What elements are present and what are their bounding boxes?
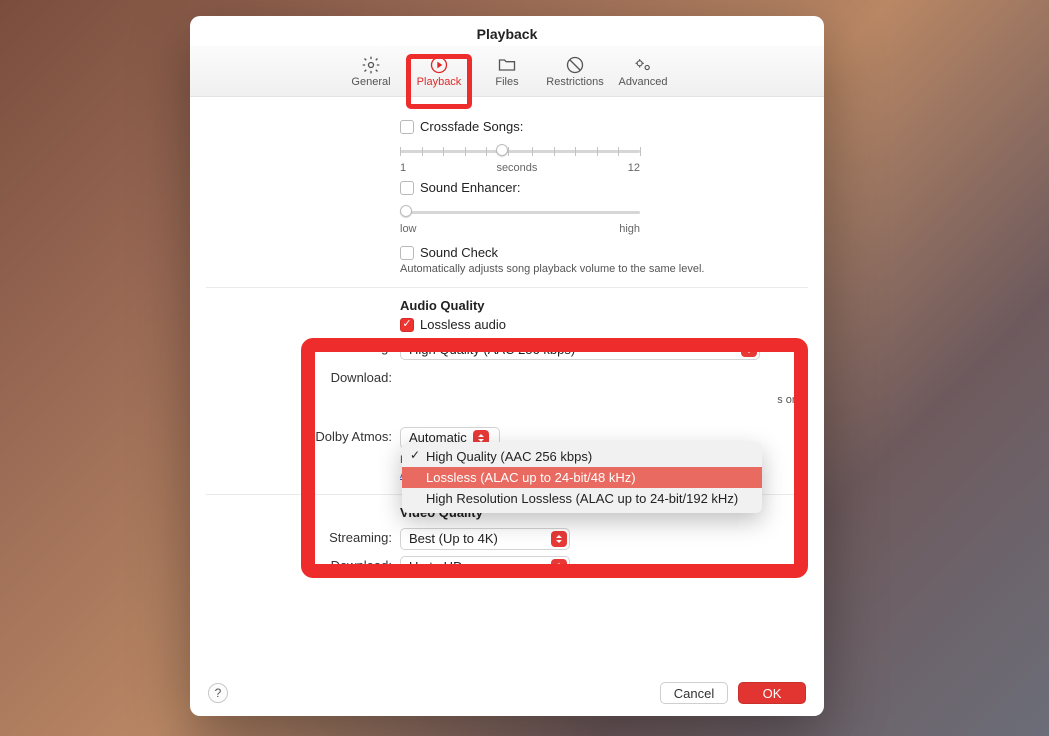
dolby-label: Dolby Atmos: xyxy=(206,427,400,444)
window-title: Playback xyxy=(190,16,824,46)
truncated-hint: s on xyxy=(400,393,808,408)
gear-icon xyxy=(337,54,405,76)
audio-quality-heading: Audio Quality xyxy=(400,298,808,313)
select-arrow-icon xyxy=(551,559,567,575)
cancel-button[interactable]: Cancel xyxy=(660,682,728,704)
streaming-label: Streaming: xyxy=(206,338,400,355)
help-button[interactable]: ? xyxy=(208,683,228,703)
slider-low: low xyxy=(400,223,417,235)
crossfade-label: Crossfade Songs: xyxy=(420,119,523,134)
tab-label: General xyxy=(337,76,405,88)
gears-icon xyxy=(609,54,677,76)
lossless-label: Lossless audio xyxy=(420,317,506,332)
crossfade-checkbox[interactable]: Crossfade Songs: xyxy=(400,119,808,134)
video-download-label: Download: xyxy=(206,556,400,573)
checkbox-icon xyxy=(400,120,414,134)
checkbox-checked-icon: ✓ xyxy=(400,318,414,332)
download-option-lossless[interactable]: Lossless (ALAC up to 24-bit/48 kHz) xyxy=(402,467,762,488)
tab-label: Advanced xyxy=(609,76,677,88)
video-streaming-value: Best (Up to 4K) xyxy=(409,531,498,546)
download-options-popup: High Quality (AAC 256 kbps) Lossless (AL… xyxy=(402,442,762,513)
dialog-footer: ? Cancel OK xyxy=(190,670,824,716)
enhancer-slider[interactable] xyxy=(400,203,640,221)
lossless-checkbox[interactable]: ✓ Lossless audio xyxy=(400,317,808,332)
streaming-select[interactable]: High Quality (AAC 256 kbps) xyxy=(400,338,760,360)
crossfade-slider[interactable] xyxy=(400,142,640,160)
download-label: Download: xyxy=(206,368,400,385)
tab-bar: General Playback Files Restrictions Adva… xyxy=(190,46,824,97)
sound-check-checkbox[interactable]: Sound Check xyxy=(400,245,808,260)
enhancer-label: Sound Enhancer: xyxy=(420,180,520,195)
sound-check-label: Sound Check xyxy=(420,245,498,260)
ok-button[interactable]: OK xyxy=(738,682,806,704)
video-download-value: Up to HD xyxy=(409,559,462,574)
checkbox-icon xyxy=(400,246,414,260)
tab-files[interactable]: Files xyxy=(473,50,541,90)
select-arrow-icon xyxy=(551,531,567,547)
sound-check-hint: Automatically adjusts song playback volu… xyxy=(400,262,808,277)
slider-high: high xyxy=(619,223,640,235)
download-option-hires[interactable]: High Resolution Lossless (ALAC up to 24-… xyxy=(402,488,762,509)
tab-label: Files xyxy=(473,76,541,88)
settings-window: Playback General Playback Files Restrict… xyxy=(190,16,824,716)
download-option-high-quality[interactable]: High Quality (AAC 256 kbps) xyxy=(402,446,762,467)
streaming-value: High Quality (AAC 256 kbps) xyxy=(409,342,575,357)
no-symbol-icon xyxy=(541,54,609,76)
play-circle-icon xyxy=(405,54,473,76)
tab-general[interactable]: General xyxy=(337,50,405,90)
tab-label: Playback xyxy=(405,76,473,88)
slider-max: 12 xyxy=(628,162,640,174)
tab-advanced[interactable]: Advanced xyxy=(609,50,677,90)
select-arrow-icon xyxy=(741,341,757,357)
video-download-select[interactable]: Up to HD xyxy=(400,556,570,578)
tab-playback[interactable]: Playback xyxy=(405,50,473,90)
tab-restrictions[interactable]: Restrictions xyxy=(541,50,609,90)
slider-unit: seconds xyxy=(406,162,628,174)
enhancer-checkbox[interactable]: Sound Enhancer: xyxy=(400,180,808,195)
checkbox-icon xyxy=(400,181,414,195)
tab-label: Restrictions xyxy=(541,76,609,88)
video-streaming-select[interactable]: Best (Up to 4K) xyxy=(400,528,570,550)
folder-icon xyxy=(473,54,541,76)
video-streaming-label: Streaming: xyxy=(206,528,400,545)
